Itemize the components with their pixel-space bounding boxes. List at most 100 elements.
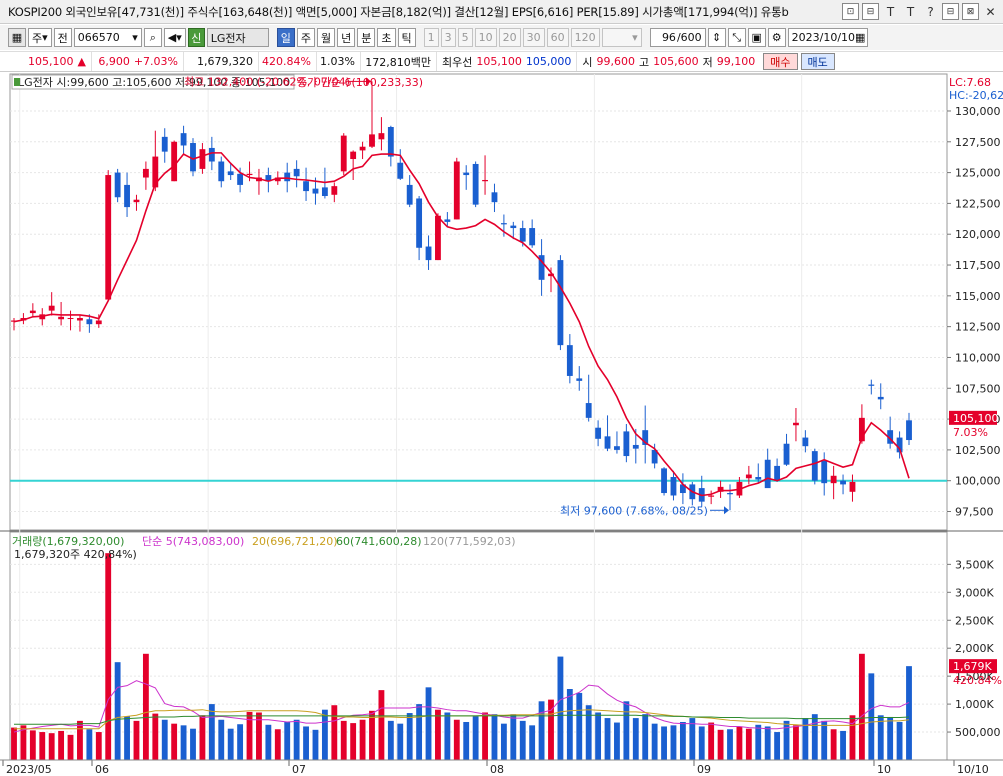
candle-body [877,396,884,400]
settings-icon[interactable]: ⚙ [767,28,786,47]
volume-bar [124,716,130,760]
ohl-cell: 시 99,600 고 105,600 저 99,100 [577,52,760,71]
volume-bar [463,721,470,760]
type-button[interactable]: 전 [53,28,72,47]
price-chart[interactable]: 97,500100,000102,500105,000107,500110,00… [0,72,1003,776]
close-icon[interactable]: ✕ [982,3,999,20]
save-icon[interactable]: ▣ [747,28,766,47]
volume-tick-label: 2,500K [955,614,994,627]
price-tick-label: 125,000 [955,167,1001,180]
volume-bar [821,720,828,760]
window-layout-icon[interactable]: ⊡ [842,3,859,20]
volume-bar [208,704,215,760]
candle-body [482,179,488,182]
interval-second[interactable]: 초 [377,28,396,47]
minute-custom-select[interactable]: ▾ [601,28,642,47]
zoom-icon[interactable]: ⇕ [707,28,726,47]
minute-option[interactable]: 60 [546,28,569,47]
data-count-total: /600 [676,31,702,44]
volume-bar [48,733,55,760]
current-price-tag-text: 105,100 [953,412,999,425]
price-tick-label: 102,500 [955,444,1001,457]
interval-year[interactable]: 년 [337,28,356,47]
candle-body [745,474,752,479]
speaker-icon[interactable]: ◀▾ [163,28,186,47]
stock-info-text: KOSPI200 외국인보유[47,731(천)] 주식수[163,648(천)… [8,4,789,19]
min-price-label: 최저 97,600 (7.68%, 08/25) [560,504,708,517]
volume-bar [670,725,677,760]
grid-icon[interactable]: ▦ [8,28,26,47]
search-icon[interactable]: ⌕ [143,28,162,47]
chart-toolbar: ▦ 주 ▾ 전 066570 ▾ ⌕ ◀▾ 신 LG전자 일 주 월 년 분 초 틱… [0,25,1003,50]
text-settings-icon[interactable]: ꓔ [882,3,899,20]
candle-body [237,173,244,185]
maximize-icon[interactable]: ⊠ [962,3,979,20]
minute-option[interactable]: 120 [570,28,600,47]
volume-tick-label: 3,500K [955,558,994,571]
volume-bar [632,718,639,760]
volume-bar [811,714,818,760]
sell-button[interactable]: 매도 [800,53,835,70]
minute-option[interactable]: 30 [522,28,545,47]
minute-option[interactable]: 1 [423,28,439,47]
candle-body [199,149,206,169]
candle-body [114,172,121,198]
interval-tick[interactable]: 틱 [397,28,416,47]
volume-bar [416,704,423,760]
volume-bar [114,662,121,760]
candle-body [406,184,413,205]
volume-bar [369,710,375,760]
interval-minute[interactable]: 분 [357,28,376,47]
legend-green-marker [14,78,20,86]
candle-body [142,168,149,178]
volume-bar [397,723,404,760]
stock-code-input[interactable]: 066570 ▾ [73,28,142,47]
minute-option[interactable]: 10 [474,28,497,47]
minimize-icon[interactable]: ⊟ [942,3,959,20]
interval-month[interactable]: 월 [317,28,336,47]
volume-bar [491,714,498,760]
data-count-field[interactable]: 96/600 [649,28,706,47]
period-select[interactable]: 주 ▾ [28,28,52,47]
window-split-icon[interactable]: ⊟ [862,3,879,20]
credit-badge[interactable]: 신 [187,28,205,47]
candle-body [632,444,639,449]
candle-body [321,187,328,197]
interval-day[interactable]: 일 [276,28,295,47]
minute-option[interactable]: 3 [440,28,456,47]
candle-body [246,173,253,176]
minute-option[interactable]: 20 [498,28,521,47]
low-label: 저 [702,55,713,69]
candle-body [416,198,423,248]
volume-current-pct: 420.84% [953,674,1002,687]
minute-option[interactable]: 5 [457,28,473,47]
candle-body [500,223,507,225]
candle-body [764,459,771,489]
candle-body [463,172,470,176]
candle-body [86,319,93,325]
x-tick-07: 07 [292,763,306,776]
trade-amount: 172,810백만 [361,52,437,71]
volume-bar [557,656,564,760]
volume-bar [830,729,837,760]
period-select-label: 주 [32,31,43,45]
volume-bar [887,716,894,760]
stock-name-field: LG전자 [206,28,269,47]
current-pct-label: 7.03% [953,426,988,439]
font-icon[interactable]: T [902,3,919,20]
max-price-label: 최고 132,400 (-20.62%, 07/04) [184,75,350,88]
volume-bar [406,713,413,760]
volume-bar [171,723,178,760]
volume-bar [482,712,488,760]
help-icon[interactable]: ? [922,3,939,20]
candle-body [444,219,451,222]
volume-bar [444,712,451,760]
volume-bar [651,723,658,760]
draw-icon[interactable]: ⤡ [727,28,746,47]
candle-body [623,431,630,457]
volume-bar [868,673,875,760]
date-input[interactable]: 2023/10/10 ▦ [787,28,868,47]
candle-body [453,161,460,220]
interval-week[interactable]: 주 [296,28,316,47]
buy-button[interactable]: 매수 [763,53,798,70]
